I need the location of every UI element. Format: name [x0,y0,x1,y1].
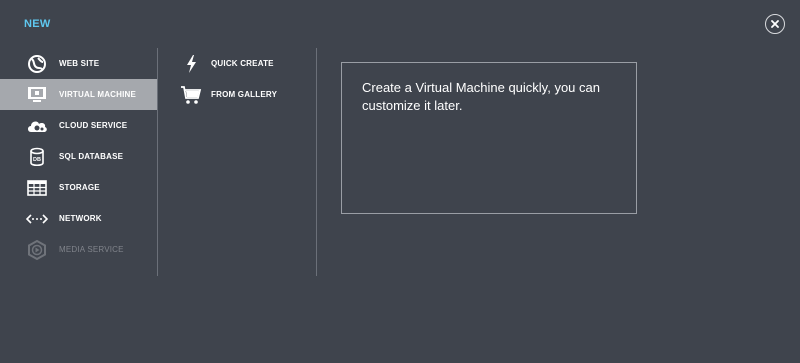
option-label: FROM GALLERY [211,90,278,99]
category-label: SQL DATABASE [59,152,124,161]
description-text: Create a Virtual Machine quickly, you ca… [362,80,600,113]
category-label: WEB SITE [59,59,100,68]
storage-grid-icon [24,177,50,199]
new-title: NEW [24,18,51,30]
category-network[interactable]: NETWORK [0,203,157,234]
close-icon [771,20,779,28]
cart-icon [180,84,202,106]
cloud-gear-icon [24,115,50,137]
network-arrows-icon [24,208,50,230]
category-sql-database[interactable]: DB SQL DATABASE [0,141,157,172]
category-label: CLOUD SERVICE [59,121,128,130]
close-button[interactable] [765,14,785,34]
category-web-site[interactable]: WEB SITE [0,48,157,79]
category-label: STORAGE [59,183,100,192]
svg-text:DB: DB [33,157,41,163]
category-virtual-machine[interactable]: VIRTUAL MACHINE [0,79,157,110]
database-icon: DB [24,146,50,168]
lightning-icon [180,53,202,75]
option-list: QUICK CREATE FROM GALLERY [158,48,316,110]
description-panel: Create a Virtual Machine quickly, you ca… [341,62,637,214]
globe-icon [24,53,50,75]
category-label: MEDIA SERVICE [59,245,124,254]
option-label: QUICK CREATE [211,59,274,68]
category-storage[interactable]: STORAGE [0,172,157,203]
category-media-service: MEDIA SERVICE [0,234,157,265]
category-label: NETWORK [59,214,102,223]
category-cloud-service[interactable]: CLOUD SERVICE [0,110,157,141]
option-quick-create[interactable]: QUICK CREATE [158,48,316,79]
category-label: VIRTUAL MACHINE [59,90,137,99]
option-from-gallery[interactable]: FROM GALLERY [158,79,316,110]
column-divider [316,48,317,276]
category-list: WEB SITE VIRTUAL MACHINE CLOUD SERVICE D… [0,48,157,265]
media-service-icon [24,239,50,261]
monitor-icon [24,84,50,106]
